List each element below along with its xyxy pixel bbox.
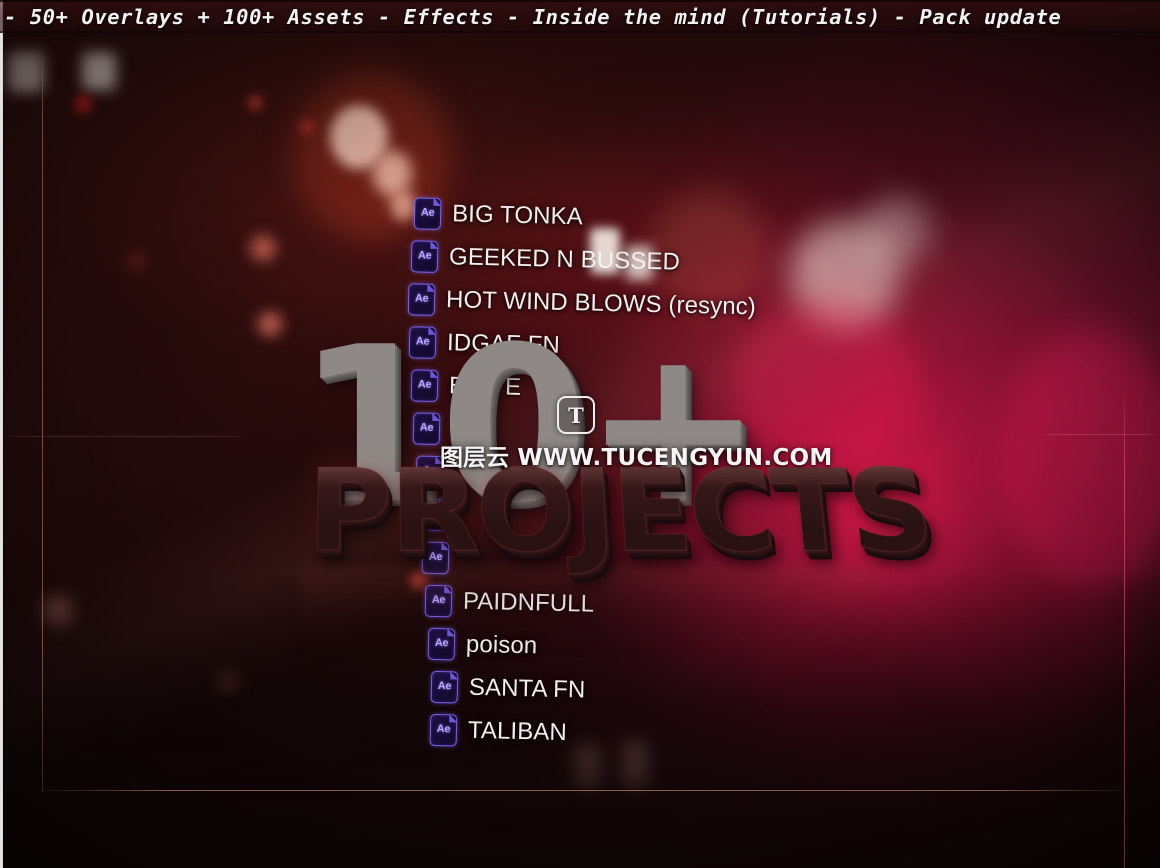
after-effects-project-icon: Ae	[427, 627, 456, 660]
watermark-logo-letter: T	[568, 402, 584, 428]
after-effects-project-icon: Ae	[429, 713, 458, 747]
title-bar: - 50+ Overlays + 100+ Assets - Effects -…	[0, 0, 1160, 33]
watermark-text-url: WWW.TUCENGYUN.COM	[517, 445, 833, 471]
video-frame: Ae BIG TONKA Ae GEEKED N BUSSED Ae HOT W…	[0, 0, 1160, 868]
watermark-logo: T	[557, 396, 595, 434]
frame-line-left	[42, 44, 43, 792]
list-item-label: ELLTE	[448, 371, 522, 401]
after-effects-file-list: Ae BIG TONKA Ae GEEKED N BUSSED Ae HOT W…	[391, 191, 824, 760]
list-item-label: IDGAF FN	[446, 328, 561, 359]
window-edge-left	[0, 0, 3, 868]
list-item-label: GEEKED N BUSSED	[448, 242, 681, 276]
after-effects-project-icon: Ae	[407, 282, 436, 316]
after-effects-project-icon: Ae	[424, 584, 453, 617]
list-item-label: BIG TONKA	[451, 199, 584, 230]
watermark-text: 图层云 WWW.TUCENGYUN.COM	[440, 438, 833, 472]
list-item-label: SANTA FN	[468, 673, 586, 704]
title-bar-bottom-rule	[0, 31, 1160, 33]
after-effects-project-icon: Ae	[410, 239, 439, 273]
list-item-label: poison	[465, 630, 538, 659]
list-item-label: TALIBAN	[467, 716, 568, 746]
list-item[interactable]: Ae TALIBAN	[429, 708, 812, 760]
after-effects-project-icon: Ae	[430, 670, 459, 704]
after-effects-project-icon: Ae	[408, 325, 437, 359]
after-effects-project-icon: Ae	[418, 498, 447, 531]
after-effects-project-icon: Ae	[412, 411, 441, 445]
title-bar-top-rule	[0, 0, 1160, 2]
after-effects-project-icon: Ae	[413, 196, 442, 230]
page-title: - 50+ Overlays + 100+ Assets - Effects -…	[4, 4, 1062, 29]
after-effects-project-icon: Ae	[421, 541, 450, 574]
frame-line-right	[1124, 380, 1125, 868]
list-item-label: HOT WIND BLOWS (resync)	[445, 285, 757, 320]
frame-line-upper	[0, 436, 250, 437]
after-effects-project-icon: Ae	[410, 368, 439, 402]
frame-line-right-tick	[1040, 434, 1160, 435]
watermark-text-cn: 图层云	[440, 445, 509, 471]
frame-line-bottom	[42, 790, 1124, 791]
list-item-label: PAIDNFULL	[462, 587, 595, 618]
